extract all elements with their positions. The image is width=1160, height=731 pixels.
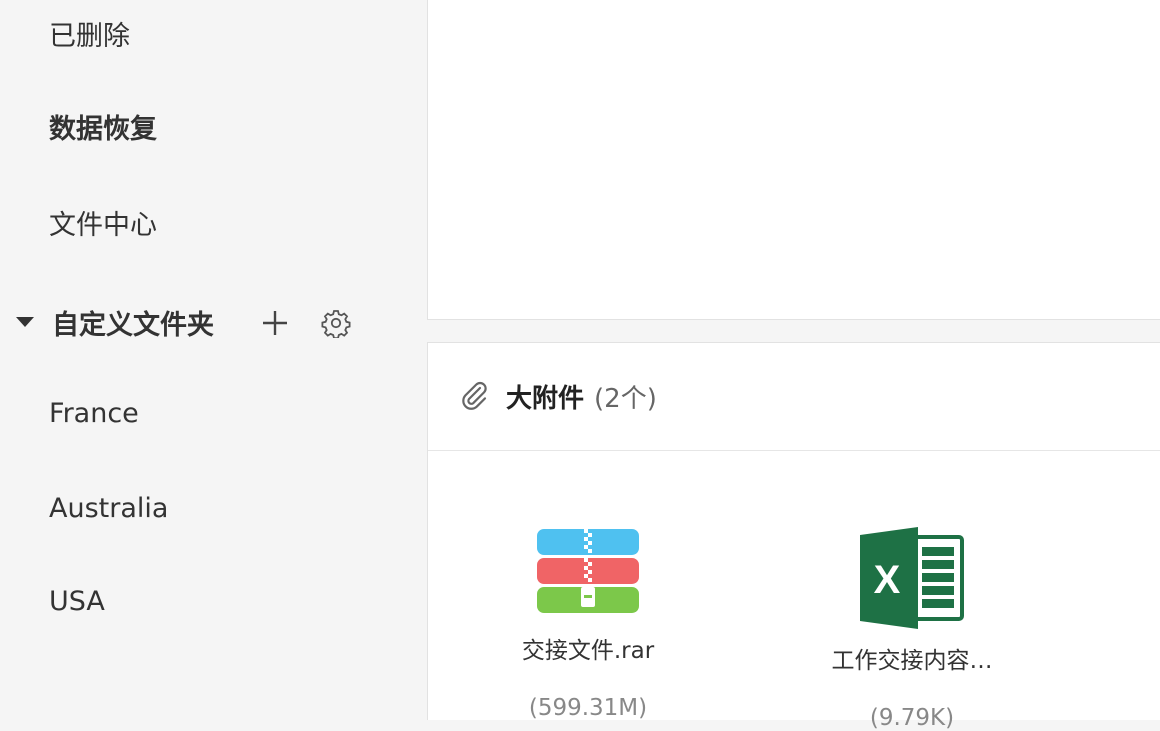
file-size: (599.31M) (528, 695, 648, 721)
rar-archive-icon (537, 529, 639, 613)
paperclip-icon (458, 379, 490, 415)
attachments-header: 大附件 (2个) (428, 343, 1160, 451)
excel-file-icon: X (860, 527, 964, 629)
caret-down-icon[interactable] (16, 317, 34, 327)
gear-icon[interactable] (318, 305, 354, 341)
sidebar-item-file-center[interactable]: 文件中心 (49, 208, 157, 244)
main-content-top (427, 0, 1160, 320)
attachments-count: (2个) (594, 384, 657, 414)
svg-text:X: X (874, 558, 901, 602)
folder-item-usa[interactable]: USA (49, 584, 105, 620)
sidebar-item-deleted[interactable]: 已删除 (49, 19, 130, 55)
folder-item-france[interactable]: France (49, 396, 139, 432)
attachment-file-rar[interactable]: 交接文件.rar (599.31M) (488, 529, 688, 721)
attachments-title: 大附件 (506, 384, 585, 414)
file-name: 工作交接内容… (831, 648, 993, 674)
file-size: (9.79K) (869, 705, 955, 731)
file-name: 交接文件.rar (521, 638, 655, 664)
sidebar: 已删除 数据恢复 文件中心 自定义文件夹 France Australia US… (0, 0, 427, 720)
plus-icon[interactable] (258, 306, 292, 340)
custom-folders-title[interactable]: 自定义文件夹 (52, 303, 214, 342)
custom-folders-header: 自定义文件夹 (16, 302, 214, 342)
large-attachments-card: 大附件 (2个) 交接文件.rar (599.31M) X 工作交接内容… (9… (427, 342, 1160, 731)
sidebar-item-data-recovery[interactable]: 数据恢复 (49, 112, 157, 148)
attachment-file-excel[interactable]: X 工作交接内容… (9.79K) (812, 527, 1012, 731)
folder-item-australia[interactable]: Australia (49, 491, 168, 527)
